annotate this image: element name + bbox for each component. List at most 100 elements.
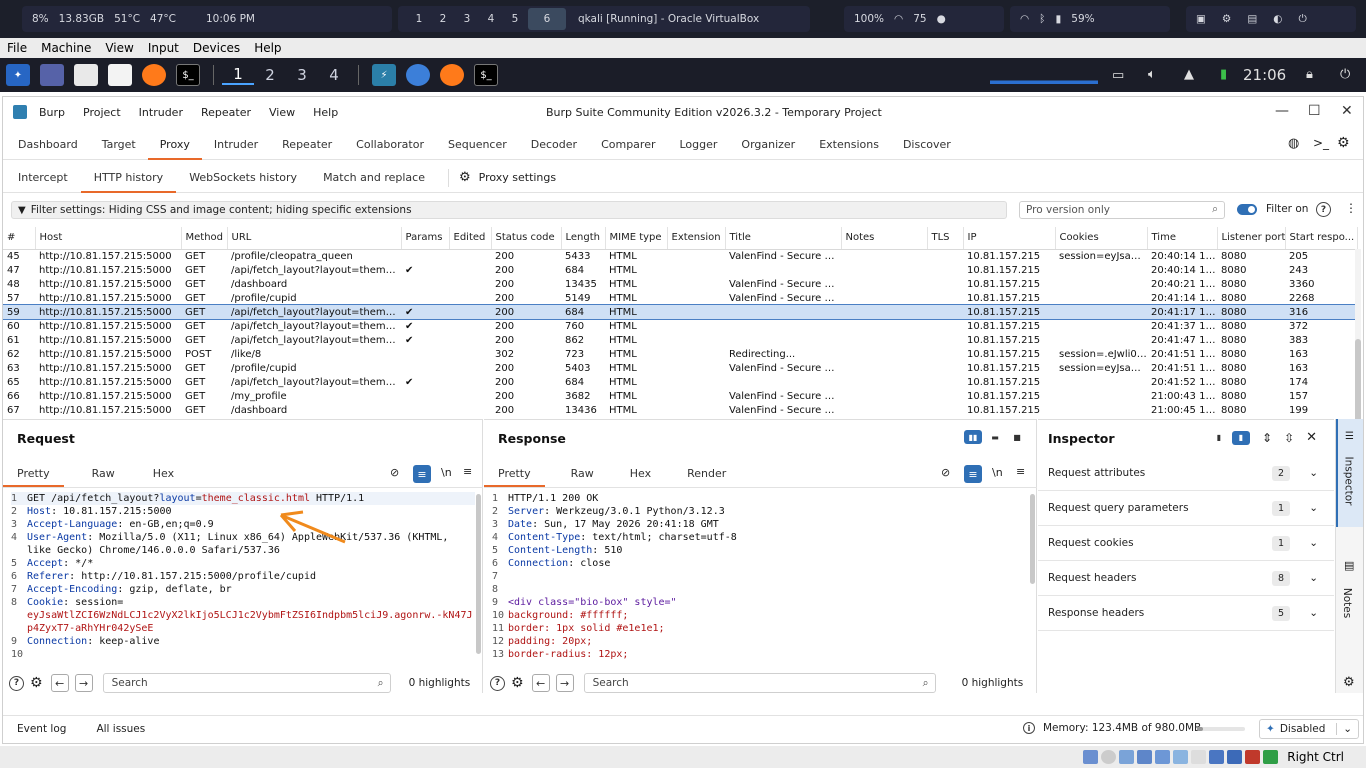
host-workspace[interactable]: 4 — [480, 13, 502, 25]
tab-websockets-history[interactable]: WebSockets history — [176, 163, 310, 193]
table-row[interactable]: 45 http://10.81.157.215:5000 GET/profile/c… — [3, 249, 1357, 263]
column-header[interactable]: Length — [561, 227, 606, 250]
column-header[interactable]: Method — [181, 227, 228, 250]
kali-workspace[interactable]: 2 — [254, 66, 286, 84]
kali-workspace[interactable]: 4 — [318, 66, 350, 84]
event-log-button[interactable]: Event log — [17, 723, 66, 735]
response-settings-icon[interactable]: ⚙ — [511, 675, 524, 691]
table-row-selected[interactable]: 59 http://10.81.157.215:5000 GET/api/fetch… — [3, 304, 1358, 320]
display-icon[interactable]: ▭ — [1112, 68, 1124, 83]
column-header[interactable]: Host — [35, 227, 182, 250]
layout-single-icon[interactable]: ■ — [1008, 430, 1026, 444]
response-help-icon[interactable]: ? — [490, 675, 505, 691]
text-editor-icon[interactable] — [108, 64, 132, 86]
menu-help[interactable]: Help — [313, 106, 338, 119]
tab-logger[interactable]: Logger — [667, 130, 729, 160]
request-scrollbar[interactable] — [476, 494, 481, 654]
column-header[interactable]: Params — [401, 227, 450, 250]
files-icon[interactable] — [74, 64, 98, 86]
response-tab-pretty[interactable]: Pretty — [484, 461, 545, 487]
ai-mode-dropdown[interactable]: ✦ Disabled ⌄ — [1259, 719, 1359, 739]
cpu-icon[interactable] — [1227, 750, 1243, 764]
inspector-section-query-parameters[interactable]: Request query parameters 1 ⌄ — [1038, 491, 1334, 526]
column-header[interactable]: Cookies — [1055, 227, 1148, 250]
expand-icon[interactable]: ⇕ — [1262, 431, 1272, 445]
tab-http-history[interactable]: HTTP history — [80, 163, 177, 193]
tab-discover[interactable]: Discover — [891, 130, 963, 160]
tab-collaborator[interactable]: Collaborator — [344, 130, 436, 160]
response-menu-icon[interactable]: ≡ — [1016, 465, 1025, 478]
more-options-icon[interactable]: ⋮ — [1345, 201, 1357, 215]
request-prev-icon[interactable]: ← — [50, 674, 69, 692]
vbox-menu-help[interactable]: Help — [247, 41, 288, 55]
inspector-layout-icon[interactable]: ▮ — [1210, 431, 1228, 445]
usb-icon[interactable] — [1155, 750, 1171, 764]
terminal-taskbar-icon[interactable]: $_ — [474, 64, 498, 86]
response-editor[interactable]: 1 HTTP/1.1 200 OK 2 Server: Werkzeug/3.0.1 … — [492, 492, 1028, 660]
host-workspace[interactable]: 3 — [456, 13, 478, 25]
proxy-settings-gear-icon[interactable]: ⚙ — [459, 170, 471, 185]
vbox-menu-file[interactable]: File — [0, 41, 34, 55]
column-header[interactable]: Edited — [449, 227, 492, 250]
tab-organizer[interactable]: Organizer — [729, 130, 807, 160]
request-settings-icon[interactable]: ⚙ — [30, 675, 43, 691]
column-header[interactable]: Extension — [667, 227, 726, 250]
mouse-integration-icon[interactable] — [1245, 750, 1261, 764]
collapse-icon[interactable]: ⇳ — [1284, 431, 1294, 445]
tab-comparer[interactable]: Comparer — [589, 130, 667, 160]
kali-workspace-active[interactable]: 1 — [222, 65, 254, 85]
response-prev-icon[interactable]: ← — [531, 674, 550, 692]
response-next-icon[interactable]: → — [555, 674, 574, 692]
column-header[interactable]: TLS — [927, 227, 964, 250]
inspector-section-request-headers[interactable]: Request headers 8 ⌄ — [1038, 561, 1334, 596]
network-icon[interactable] — [1137, 750, 1153, 764]
tab-target[interactable]: Target — [90, 130, 148, 160]
tab-intruder[interactable]: Intruder — [202, 130, 270, 160]
column-header[interactable]: Start respo... — [1285, 227, 1358, 250]
table-row[interactable]: 66 http://10.81.157.215:5000 GET/my_profil… — [3, 389, 1357, 403]
kali-workspace[interactable]: 3 — [286, 66, 318, 84]
burp-taskbar-icon[interactable]: ⚡ — [372, 64, 396, 86]
tab-proxy[interactable]: Proxy — [147, 130, 202, 160]
column-header[interactable]: URL — [227, 227, 402, 250]
table-row[interactable]: 67 http://10.81.157.215:5000 GET/dashboard… — [3, 403, 1357, 417]
all-issues-button[interactable]: All issues — [96, 723, 145, 735]
menu-project[interactable]: Project — [83, 106, 121, 119]
terminal-icon[interactable]: $_ — [176, 64, 200, 86]
column-header[interactable]: MIME type — [605, 227, 668, 250]
response-tab-render[interactable]: Render — [673, 461, 740, 487]
tab-intercept[interactable]: Intercept — [5, 163, 81, 193]
screenshot-icon[interactable]: ▣ — [1196, 13, 1206, 25]
table-row[interactable]: 48 http://10.81.157.215:5000 GET/dashboard… — [3, 277, 1357, 291]
vbox-menu-devices[interactable]: Devices — [186, 41, 247, 55]
request-menu-icon[interactable]: ≡ — [463, 465, 472, 478]
host-workspace[interactable]: 2 — [432, 13, 454, 25]
keyboard-icon[interactable] — [1263, 750, 1279, 764]
filter-toggle[interactable] — [1237, 204, 1257, 215]
settings-gear-icon[interactable]: ⚙ — [1337, 135, 1350, 151]
host-workspace-active[interactable]: 6 — [528, 8, 566, 30]
firefox-taskbar-icon[interactable] — [440, 64, 464, 86]
table-row[interactable]: 60 http://10.81.157.215:5000 GET/api/fetch… — [3, 319, 1357, 333]
host-workspace[interactable]: 5 — [504, 13, 526, 25]
proxy-settings-button[interactable]: Proxy settings — [479, 171, 557, 184]
filter-bar[interactable]: ▼ Filter settings: Hiding CSS and image … — [11, 201, 1007, 219]
recording-icon[interactable] — [1209, 750, 1225, 764]
globe-icon[interactable]: ◍ — [1288, 136, 1299, 151]
response-search-input[interactable]: Search ⌕ — [583, 673, 936, 693]
vbox-menu-input[interactable]: Input — [141, 41, 186, 55]
menu-repeater[interactable]: Repeater — [201, 106, 251, 119]
response-tab-hex[interactable]: Hex — [616, 461, 665, 487]
speaker-icon[interactable]: 🔈︎ — [1148, 67, 1156, 82]
menu-burp[interactable]: Burp — [39, 106, 65, 119]
side-tab-notes[interactable]: ▤ Notes — [1336, 545, 1363, 635]
tab-extensions[interactable]: Extensions — [807, 130, 891, 160]
notification-bell-icon[interactable]: ▲ — [1184, 67, 1194, 82]
column-header[interactable]: Status code — [491, 227, 562, 250]
close-window-button[interactable]: ✕ — [1341, 103, 1353, 119]
menu-view[interactable]: View — [269, 106, 295, 119]
display-icon[interactable] — [1191, 750, 1207, 764]
table-row[interactable]: 47 http://10.81.157.215:5000 GET/api/fetch… — [3, 263, 1357, 277]
request-editor[interactable]: 1 GET /api/fetch_layout?layout=theme_clas… — [11, 492, 475, 660]
lock-screen-icon[interactable]: 🔒︎ — [1306, 67, 1313, 82]
